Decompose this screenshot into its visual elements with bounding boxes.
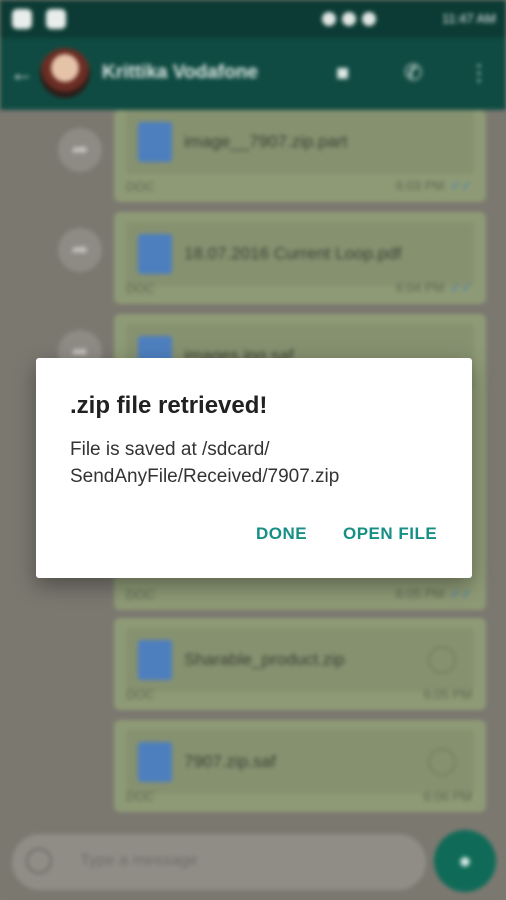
- read-ticks-icon: ✓✓: [450, 586, 472, 601]
- document-type: DOC: [126, 587, 155, 602]
- compose-bar: Type a message ●: [0, 828, 506, 900]
- document-icon: [138, 640, 172, 680]
- download-icon[interactable]: [428, 748, 456, 776]
- dialog-message: File is saved at /sdcard/ SendAnyFile/Re…: [70, 436, 450, 490]
- file-retrieved-dialog: .zip file retrieved! File is saved at /s…: [36, 358, 472, 578]
- read-ticks-icon: ✓✓: [450, 280, 472, 295]
- contact-name[interactable]: Krittika Vodafone: [102, 62, 258, 84]
- document-type: DOC: [126, 789, 155, 804]
- document-name: Sharable_product.zip: [184, 650, 345, 669]
- message-time: 6:05 PM: [423, 687, 472, 702]
- message-bubble[interactable]: Sharable_product.zip DOC 6:05 PM: [114, 618, 486, 710]
- document-attachment[interactable]: Sharable_product.zip: [126, 628, 474, 692]
- app-bar: ← Krittika Vodafone ■ ✆ ⋮: [0, 38, 506, 110]
- message-bubble[interactable]: 18.07.2016 Current Loop.pdf DOC 6:04 PM ✓…: [114, 212, 486, 304]
- document-icon: [138, 234, 172, 274]
- message-time: 6:04 PM ✓✓: [395, 280, 472, 295]
- more-options-icon[interactable]: ⋮: [468, 60, 490, 86]
- document-attachment[interactable]: image__7907.zip.part: [126, 110, 474, 174]
- message-time: 6:03 PM ✓✓: [395, 178, 472, 193]
- message-placeholder: Type a message: [80, 852, 198, 869]
- document-attachment[interactable]: 18.07.2016 Current Loop.pdf: [126, 222, 474, 286]
- message-time: 6:06 PM: [423, 789, 472, 804]
- dialog-message-line: File is saved at /sdcard/: [70, 439, 270, 460]
- document-type: DOC: [126, 281, 155, 296]
- dialog-message-line: SendAnyFile/Received/7907.zip: [70, 466, 340, 487]
- document-type: DOC: [126, 687, 155, 702]
- message-bubble[interactable]: 7907.zip.saf DOC 6:06 PM: [114, 720, 486, 812]
- notification-icon: [12, 9, 32, 29]
- video-call-icon[interactable]: ■: [336, 60, 349, 86]
- document-attachment[interactable]: 7907.zip.saf: [126, 730, 474, 794]
- back-arrow-icon[interactable]: ←: [10, 60, 34, 88]
- document-icon: [138, 122, 172, 162]
- forward-icon[interactable]: ➦: [58, 228, 102, 272]
- done-button[interactable]: DONE: [256, 524, 307, 544]
- mic-icon[interactable]: ●: [434, 830, 496, 892]
- status-time: 11:47 AM: [442, 11, 496, 26]
- message-bubble[interactable]: image__7907.zip.part DOC 6:03 PM ✓✓: [114, 110, 486, 202]
- message-input[interactable]: Type a message: [12, 834, 426, 890]
- forward-icon[interactable]: ➦: [58, 128, 102, 172]
- sync-icon: [46, 9, 66, 29]
- document-name: image__7907.zip.part: [184, 132, 348, 151]
- document-icon: [138, 742, 172, 782]
- dialog-title: .zip file retrieved!: [70, 392, 268, 419]
- emoji-icon[interactable]: [26, 848, 52, 874]
- phone-call-icon[interactable]: ✆: [404, 60, 422, 86]
- document-name: 7907.zip.saf: [184, 752, 276, 771]
- avatar[interactable]: [40, 48, 90, 98]
- document-type: DOC: [126, 179, 155, 194]
- status-icons: [322, 12, 376, 26]
- message-time: 6:05 PM ✓✓: [395, 586, 472, 601]
- document-name: 18.07.2016 Current Loop.pdf: [184, 244, 402, 263]
- read-ticks-icon: ✓✓: [450, 178, 472, 193]
- status-bar: 11:47 AM: [0, 0, 506, 38]
- open-file-button[interactable]: OPEN FILE: [343, 524, 437, 544]
- download-icon[interactable]: [428, 646, 456, 674]
